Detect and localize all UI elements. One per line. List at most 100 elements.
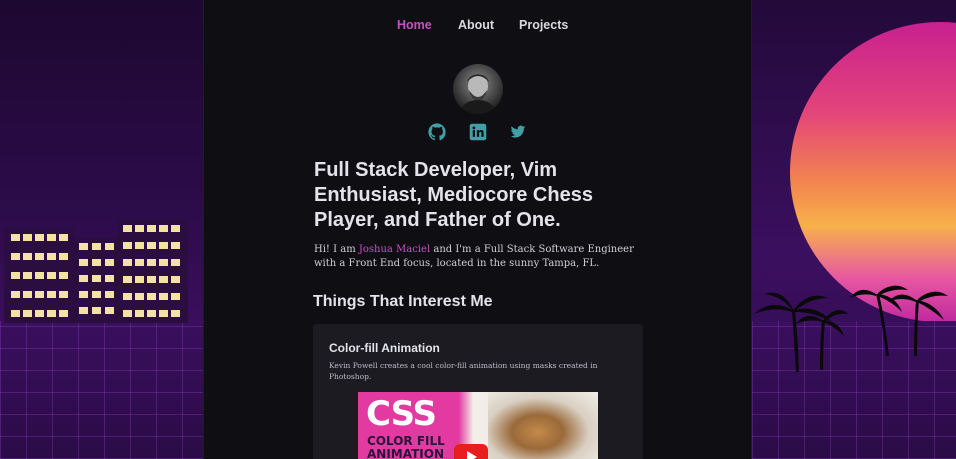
- building-window: [35, 272, 44, 279]
- building-window: [23, 291, 32, 298]
- building-window: [59, 253, 68, 260]
- building-window: [135, 293, 144, 300]
- building-window: [79, 307, 88, 314]
- building-window: [171, 310, 180, 317]
- building-window: [123, 225, 132, 232]
- palm-trees-icon: [754, 285, 948, 372]
- building-window: [47, 234, 56, 241]
- building-window: [147, 276, 156, 283]
- building-window: [23, 234, 32, 241]
- building-window: [147, 293, 156, 300]
- building-window: [11, 234, 20, 241]
- building-left-3: [118, 220, 188, 323]
- building-window: [123, 276, 132, 283]
- github-link[interactable]: [428, 123, 446, 141]
- building-window: [105, 275, 114, 282]
- interests-title: Things That Interest Me: [313, 293, 493, 310]
- building-window: [135, 259, 144, 266]
- building-window: [147, 310, 156, 317]
- building-window: [171, 276, 180, 283]
- building-window: [47, 272, 56, 279]
- building-window: [79, 291, 88, 298]
- building-window: [105, 259, 114, 266]
- building-window: [79, 275, 88, 282]
- building-window: [135, 310, 144, 317]
- building-window: [47, 310, 56, 317]
- building-window: [159, 310, 168, 317]
- building-window: [11, 253, 20, 260]
- nav-about[interactable]: About: [458, 18, 494, 32]
- building-window: [105, 291, 114, 298]
- building-window: [47, 253, 56, 260]
- building-window: [147, 242, 156, 249]
- building-window: [92, 275, 101, 282]
- hero-intro: Hi! I am Joshua Maciel and I'm a Full St…: [314, 243, 644, 271]
- left-city-scenery: [0, 0, 203, 459]
- building-window: [11, 291, 20, 298]
- github-icon: [428, 123, 446, 141]
- building-window: [147, 259, 156, 266]
- building-window: [92, 291, 101, 298]
- building-window: [159, 259, 168, 266]
- building-window: [35, 253, 44, 260]
- thumbnail-title: CSS: [366, 394, 437, 434]
- left-grid-floor: [0, 321, 203, 459]
- building-window: [11, 272, 20, 279]
- building-window: [159, 242, 168, 249]
- building-window: [79, 259, 88, 266]
- hero-headline: Full Stack Developer, Vim Enthusiast, Me…: [314, 159, 593, 231]
- building-window: [123, 259, 132, 266]
- building-window: [11, 310, 20, 317]
- building-window: [59, 234, 68, 241]
- building-window: [59, 272, 68, 279]
- twitter-link[interactable]: [510, 123, 528, 141]
- linkedin-icon: [469, 123, 487, 141]
- card-title: Color-fill Animation: [329, 341, 440, 355]
- play-button-icon[interactable]: [454, 444, 488, 459]
- building-window: [105, 243, 114, 250]
- interest-card: Color-fill Animation Kevin Powell create…: [313, 324, 643, 459]
- top-nav: Home About Projects: [204, 18, 751, 34]
- nav-projects[interactable]: Projects: [519, 18, 568, 32]
- building-window: [47, 291, 56, 298]
- linkedin-link[interactable]: [469, 123, 487, 141]
- sun: [790, 22, 956, 322]
- building-window: [171, 259, 180, 266]
- thumbnail-artwork: [488, 392, 598, 459]
- building-window: [171, 242, 180, 249]
- main-content: Home About Projects Full Stack Developer…: [203, 0, 752, 459]
- building-window: [23, 310, 32, 317]
- nav-home[interactable]: Home: [397, 18, 432, 32]
- building-window: [35, 234, 44, 241]
- building-window: [23, 253, 32, 260]
- building-window: [92, 307, 101, 314]
- building-window: [59, 291, 68, 298]
- building-window: [171, 293, 180, 300]
- building-window: [159, 225, 168, 232]
- building-window: [135, 276, 144, 283]
- building-window: [92, 243, 101, 250]
- building-window: [135, 225, 144, 232]
- building-window: [123, 310, 132, 317]
- avatar: [453, 64, 503, 114]
- building-window: [123, 293, 132, 300]
- building-window: [105, 307, 114, 314]
- building-window: [123, 242, 132, 249]
- building-window: [135, 242, 144, 249]
- building-window: [59, 310, 68, 317]
- video-thumbnail[interactable]: CSS COLOR FILL ANIMATION: [358, 392, 598, 459]
- building-window: [147, 225, 156, 232]
- building-window: [171, 225, 180, 232]
- thumbnail-subtitle: COLOR FILL ANIMATION: [367, 434, 445, 459]
- building-window: [92, 259, 101, 266]
- author-name-link[interactable]: Joshua Maciel: [359, 244, 430, 255]
- building-window: [35, 310, 44, 317]
- building-window: [35, 291, 44, 298]
- building-window: [23, 272, 32, 279]
- card-description: Kevin Powell creates a cool color-fill a…: [329, 361, 598, 381]
- portfolio-page: Home About Projects Full Stack Developer…: [0, 0, 956, 459]
- intro-prefix: Hi! I am: [314, 244, 359, 255]
- building-window: [159, 276, 168, 283]
- right-sunset-scenery: [752, 0, 956, 459]
- avatar-portrait-icon: [459, 74, 497, 114]
